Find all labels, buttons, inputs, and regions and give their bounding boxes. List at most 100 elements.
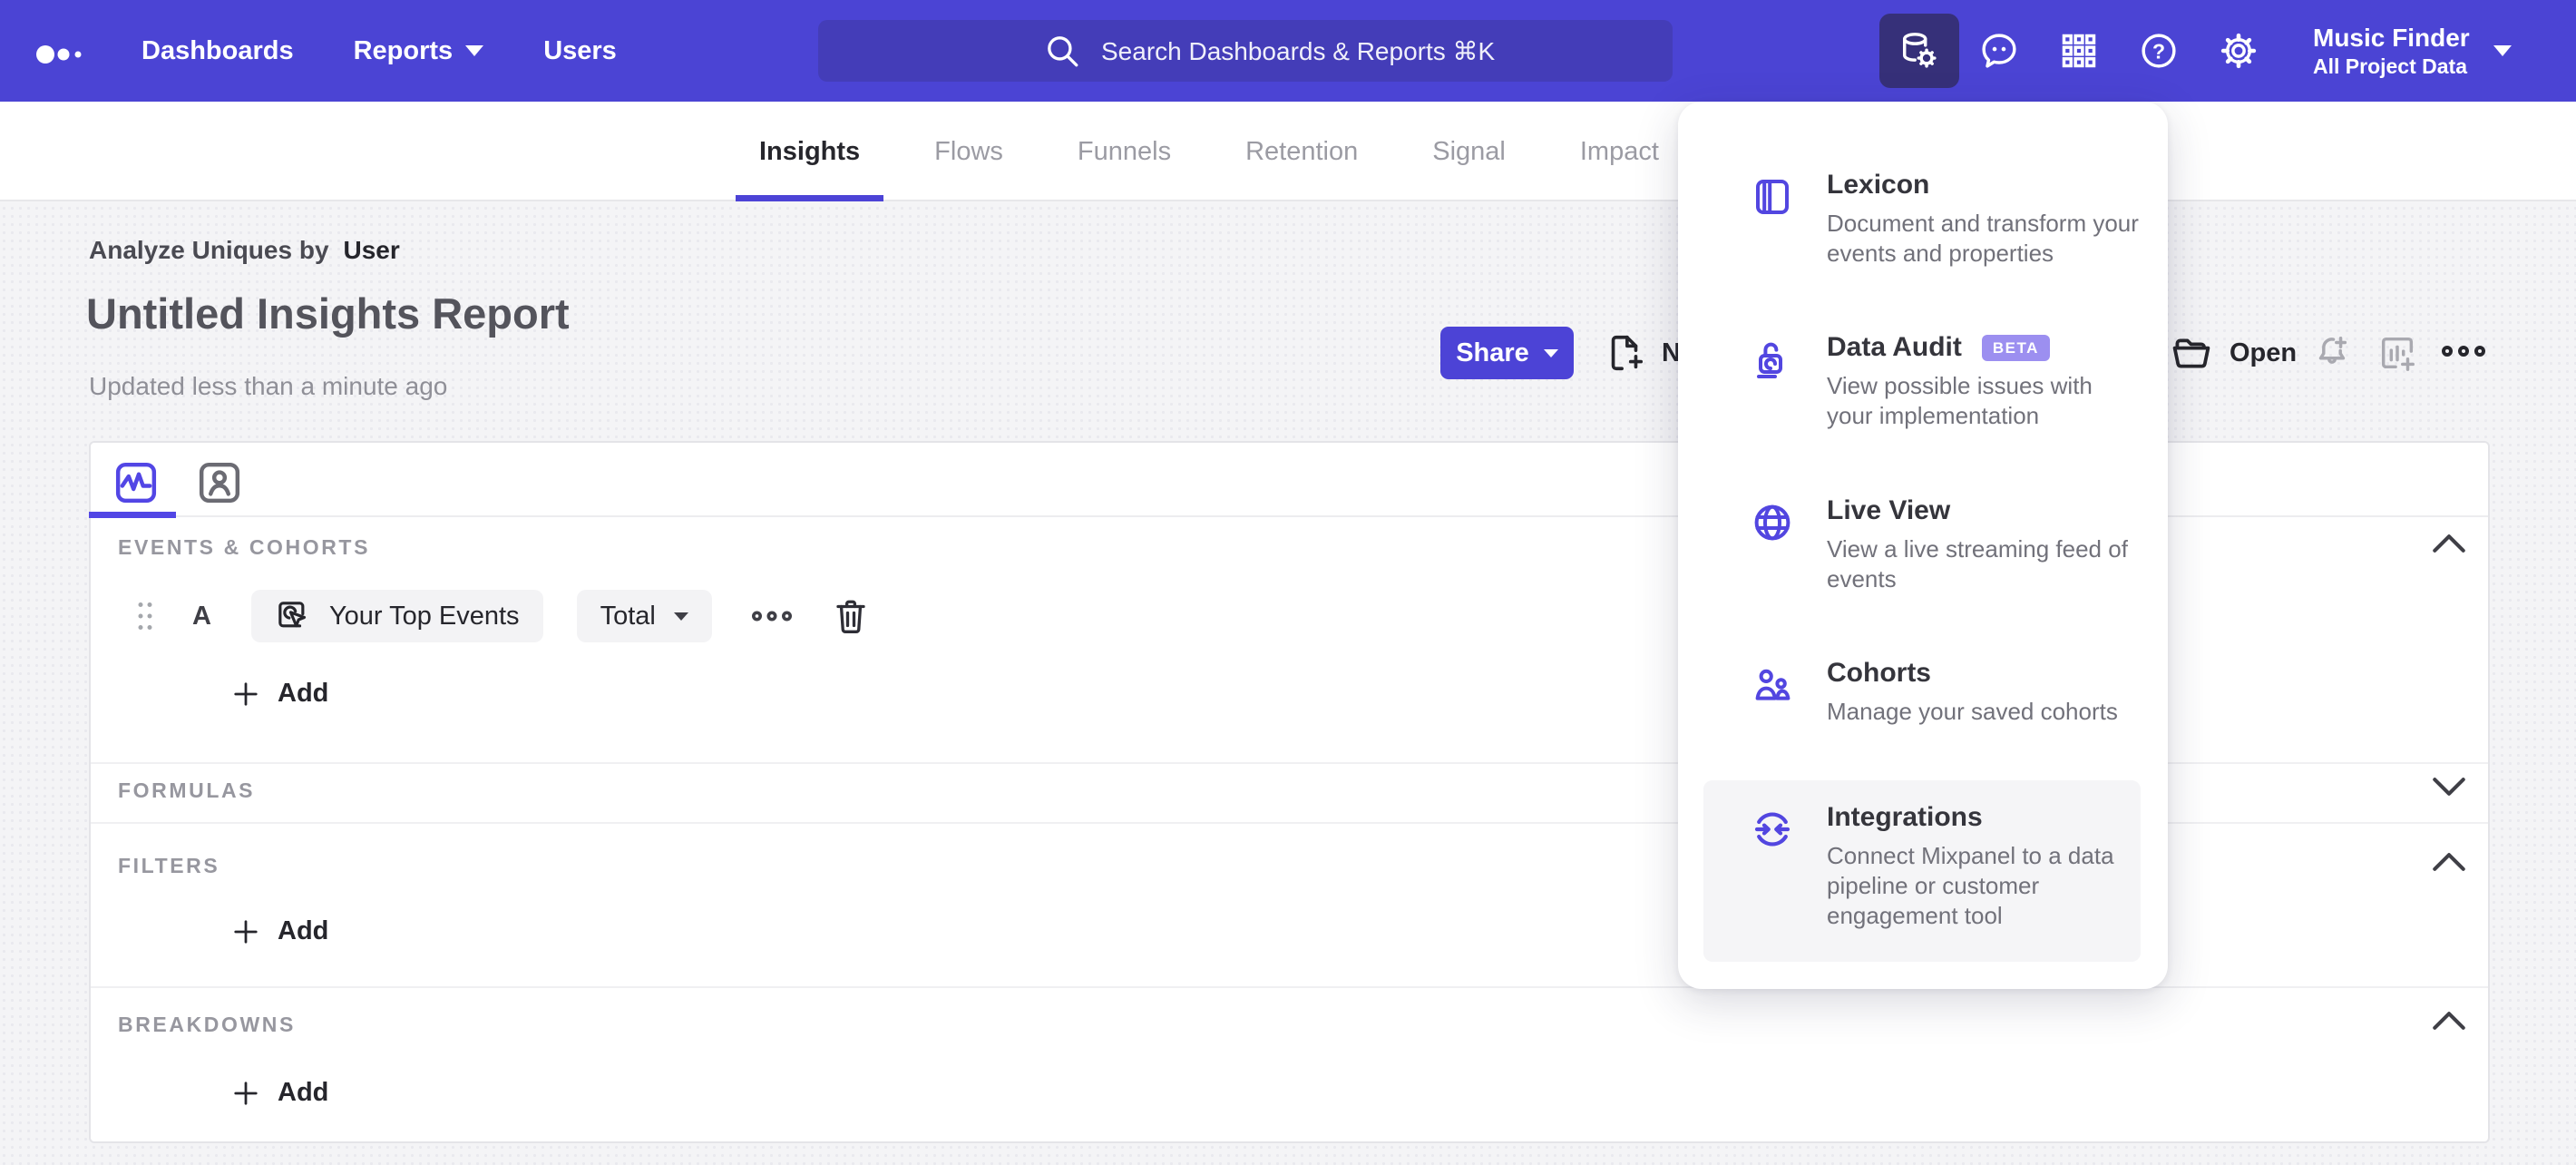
menu-item-cohorts[interactable]: Cohorts Manage your saved cohorts [1751,658,2150,727]
menu-item-description: Connect Mixpanel to a data pipeline or c… [1827,842,2114,929]
chart-plus-icon [2381,337,2415,371]
active-tab-underline [89,512,176,518]
data-management-button[interactable] [1879,14,1959,88]
collapse-events-button[interactable] [2431,534,2467,553]
chevron-down-icon [2493,45,2512,56]
aggregation-dropdown[interactable]: Total [576,590,712,642]
event-name-label: Your Top Events [328,601,520,631]
section-label-breakdowns: BREAKDOWNS [118,1013,296,1036]
top-nav: Dashboards Reports Users Search Dashboar… [0,0,2576,102]
menu-item-description: Manage your saved cohorts [1827,698,2118,725]
apps-grid-button[interactable] [2039,14,2119,88]
analyze-prefix: Analyze Uniques by [89,236,329,264]
feedback-button[interactable] [1959,14,2039,88]
menu-item-title: Cohorts [1827,658,1931,688]
nav-item-users[interactable]: Users [543,36,617,66]
search-input[interactable]: Search Dashboards & Reports ⌘K [818,20,1673,82]
section-label-events: EVENTS & COHORTS [118,535,371,559]
tab-impact[interactable]: Impact [1580,102,1659,201]
tab-insights[interactable]: Insights [735,102,884,201]
beta-badge: BETA [1981,334,2050,361]
nav-item-label: Users [543,35,617,65]
tab-flows[interactable]: Flows [934,102,1003,201]
chevron-up-icon [2433,853,2465,871]
document-plus-icon [1611,335,1644,371]
event-select-button[interactable]: Your Top Events [250,590,543,642]
profile-icon [199,462,240,504]
integrations-icon [1751,808,1794,962]
add-event-button[interactable]: Add [232,679,328,709]
trash-icon [836,600,865,633]
collapse-breakdowns-button[interactable] [2431,1011,2467,1031]
tab-retention[interactable]: Retention [1245,102,1358,201]
gear-icon [2220,33,2257,69]
chevron-up-icon [2433,534,2465,553]
analyze-value-selector[interactable]: User [344,236,400,265]
add-label: Add [278,679,329,708]
nav-item-label: Dashboards [141,35,294,65]
database-gear-icon [1902,33,1937,68]
tab-events-metrics[interactable] [111,457,161,508]
menu-item-title: Data Audit [1827,332,1962,362]
svg-text:?: ? [2152,39,2165,63]
share-label: Share [1456,338,1529,367]
menu-item-description: Document and transform your events and p… [1827,210,2139,267]
share-button[interactable]: Share [1440,327,1574,379]
event-cursor-icon [278,602,307,628]
search-placeholder: Search Dashboards & Reports ⌘K [1101,36,1496,65]
analyze-line: Analyze Uniques by User [89,236,400,265]
menu-item-integrations[interactable]: Integrations Connect Mixpanel to a data … [1703,780,2141,962]
section-label-formulas: FORMULAS [118,778,256,802]
cohorts-people-icon [1751,663,1794,727]
updated-timestamp: Updated less than a minute ago [89,372,448,400]
chevron-down-icon [1543,348,1558,357]
chevron-down-icon [2433,778,2465,796]
feedback-bubble-icon [1982,34,2016,68]
open-report-label: Open [2230,338,2298,367]
globe-icon [1751,501,1794,594]
project-name: Music Finder [2313,23,2470,52]
menu-item-title: Lexicon [1827,170,1930,200]
more-options-button[interactable] [2442,339,2485,363]
pulse-chart-icon [115,462,157,504]
add-filter-button[interactable]: Add [232,916,328,946]
event-row-letter: A [192,601,211,631]
menu-item-data-audit[interactable]: Data Audit BETA View possible issues wit… [1751,332,2150,431]
expand-formulas-button[interactable] [2431,777,2467,797]
help-button[interactable]: ? [2119,14,2199,88]
data-management-dropdown: Lexicon Document and transform your even… [1678,102,2168,989]
mixpanel-logo-icon[interactable] [36,42,91,67]
add-breakdown-button[interactable]: Add [232,1078,328,1108]
menu-item-title: Live View [1827,495,1951,525]
menu-item-lexicon[interactable]: Lexicon Document and transform your even… [1751,170,2150,269]
event-row-more-button[interactable] [751,605,792,627]
kebab-menu-icon [2442,346,2485,357]
plus-icon [234,681,258,706]
open-report-button[interactable]: Open [2170,327,2297,379]
add-label: Add [278,1078,329,1107]
nav-item-dashboards[interactable]: Dashboards [141,36,294,66]
help-icon: ? [2142,34,2176,68]
kebab-menu-icon [751,611,792,622]
delete-event-button[interactable] [832,595,870,637]
menu-item-title: Integrations [1827,802,1983,832]
chevron-down-icon [673,612,688,621]
menu-item-live-view[interactable]: Live View View a live streaming feed of … [1751,495,2150,594]
chevron-up-icon [2433,1012,2465,1030]
search-icon [1043,32,1081,70]
nav-links: Dashboards Reports Users [141,0,617,102]
menu-item-description: View possible issues with your implement… [1827,372,2093,429]
nav-item-label: Reports [353,35,454,65]
add-to-dashboard-button[interactable] [2376,332,2418,374]
project-switcher[interactable]: Music Finder All Project Data [2313,23,2512,80]
nav-item-reports[interactable]: Reports [354,36,484,66]
drag-handle[interactable] [136,600,154,632]
tab-funnels[interactable]: Funnels [1078,102,1171,201]
tab-signal[interactable]: Signal [1432,102,1506,201]
alert-bell-plus-button[interactable] [2311,332,2353,374]
tab-user-profiles[interactable] [194,457,245,508]
collapse-filters-button[interactable] [2431,852,2467,872]
add-label: Add [278,916,329,945]
menu-item-description: View a live streaming feed of events [1827,535,2128,592]
settings-button[interactable] [2199,14,2278,88]
